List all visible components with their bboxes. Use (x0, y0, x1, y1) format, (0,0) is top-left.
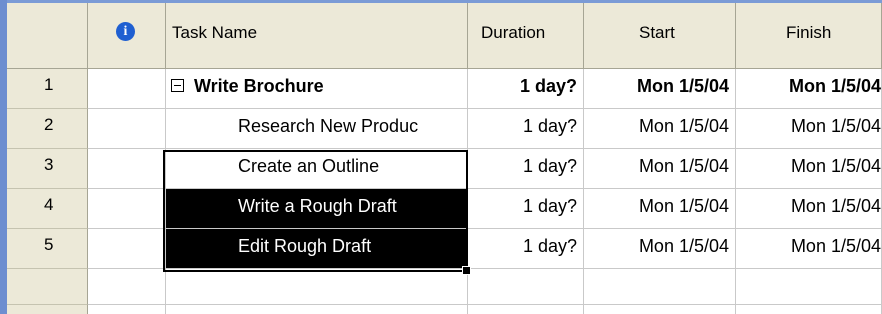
empty-cell[interactable] (88, 305, 166, 314)
column-label-finish: Finish (786, 23, 832, 42)
start-cell[interactable]: Mon 1/5/04 (584, 69, 736, 109)
start-value: Mon 1/5/04 (638, 116, 729, 136)
finish-value: Mon 1/5/04 (790, 236, 881, 256)
view-bar[interactable] (0, 0, 7, 314)
start-value: Mon 1/5/04 (638, 156, 729, 176)
start-cell[interactable]: Mon 1/5/04 (584, 109, 736, 149)
start-value: Mon 1/5/04 (636, 76, 729, 96)
row-header[interactable]: 5 (7, 229, 88, 269)
finish-value: Mon 1/5/04 (790, 116, 881, 136)
column-label-duration: Duration (481, 23, 546, 42)
task-name: Write a Rough Draft (238, 196, 397, 216)
column-header-task-name[interactable]: Task Name (166, 3, 468, 69)
row-header[interactable]: 2 (7, 109, 88, 149)
collapse-toggle-icon[interactable] (171, 79, 184, 92)
start-cell[interactable]: Mon 1/5/04 (584, 189, 736, 229)
finish-cell[interactable]: Mon 1/5/04 (736, 189, 882, 229)
task-name: Write Brochure (194, 76, 324, 96)
row-header-empty[interactable] (7, 269, 88, 305)
empty-cell[interactable] (736, 269, 882, 305)
task-name: Research New Produc (238, 116, 419, 136)
row-header-empty[interactable] (7, 305, 88, 314)
column-header-start[interactable]: Start (584, 3, 736, 69)
task-name: Edit Rough Draft (238, 236, 372, 256)
duration-cell[interactable]: 1 day? (468, 149, 584, 189)
column-header-indicators[interactable]: i (88, 3, 166, 69)
task-name-cell[interactable]: Write Brochure (166, 69, 468, 109)
duration-value: 1 day? (522, 196, 577, 216)
row-id: 5 (44, 235, 54, 254)
task-name: Create an Outline (238, 156, 380, 176)
indicator-cell[interactable] (88, 69, 166, 109)
duration-value: 1 day? (519, 76, 577, 96)
finish-cell[interactable]: Mon 1/5/04 (736, 149, 882, 189)
finish-cell[interactable]: Mon 1/5/04 (736, 109, 882, 149)
row-header[interactable]: 4 (7, 189, 88, 229)
duration-cell[interactable]: 1 day? (468, 69, 584, 109)
column-header-finish[interactable]: Finish (736, 3, 882, 69)
indicator-cell[interactable] (88, 109, 166, 149)
empty-cell[interactable] (88, 269, 166, 305)
row-id: 4 (44, 195, 54, 214)
empty-cell[interactable] (584, 305, 736, 314)
empty-cell[interactable] (166, 305, 468, 314)
column-label-task-name: Task Name (172, 23, 258, 42)
task-sheet: i Task Name Duration Start Finish 1 Writ… (7, 3, 882, 314)
indicator-cell[interactable] (88, 149, 166, 189)
empty-cell[interactable] (584, 269, 736, 305)
duration-value: 1 day? (522, 156, 577, 176)
finish-value: Mon 1/5/04 (790, 156, 881, 176)
duration-cell[interactable]: 1 day? (468, 189, 584, 229)
start-cell[interactable]: Mon 1/5/04 (584, 229, 736, 269)
row-id: 1 (44, 75, 54, 94)
task-name-cell-active[interactable]: Create an Outline (166, 149, 468, 189)
finish-value: Mon 1/5/04 (788, 76, 881, 96)
row-id: 3 (44, 155, 54, 174)
start-value: Mon 1/5/04 (638, 236, 729, 256)
task-name-cell[interactable]: Research New Produc (166, 109, 468, 149)
duration-cell[interactable]: 1 day? (468, 229, 584, 269)
empty-cell[interactable] (468, 305, 584, 314)
row-header[interactable]: 3 (7, 149, 88, 189)
gantt-table-view: i Task Name Duration Start Finish 1 Writ… (0, 0, 882, 314)
row-id: 2 (44, 115, 54, 134)
empty-cell[interactable] (166, 269, 468, 305)
finish-value: Mon 1/5/04 (790, 196, 881, 216)
empty-cell[interactable] (468, 269, 584, 305)
indicator-cell[interactable] (88, 189, 166, 229)
select-all-corner[interactable] (7, 3, 88, 69)
column-label-start: Start (639, 23, 675, 42)
duration-value: 1 day? (522, 236, 577, 256)
task-name-cell-selected[interactable]: Write a Rough Draft (166, 189, 468, 229)
duration-cell[interactable]: 1 day? (468, 109, 584, 149)
empty-cell[interactable] (736, 305, 882, 314)
finish-cell[interactable]: Mon 1/5/04 (736, 69, 882, 109)
fill-handle[interactable] (462, 266, 471, 275)
info-icon: i (116, 22, 135, 41)
finish-cell[interactable]: Mon 1/5/04 (736, 229, 882, 269)
duration-value: 1 day? (522, 116, 577, 136)
column-header-duration[interactable]: Duration (468, 3, 584, 69)
task-name-cell-selected[interactable]: Edit Rough Draft (166, 229, 468, 269)
start-value: Mon 1/5/04 (638, 196, 729, 216)
start-cell[interactable]: Mon 1/5/04 (584, 149, 736, 189)
indicator-cell[interactable] (88, 229, 166, 269)
row-header[interactable]: 1 (7, 69, 88, 109)
